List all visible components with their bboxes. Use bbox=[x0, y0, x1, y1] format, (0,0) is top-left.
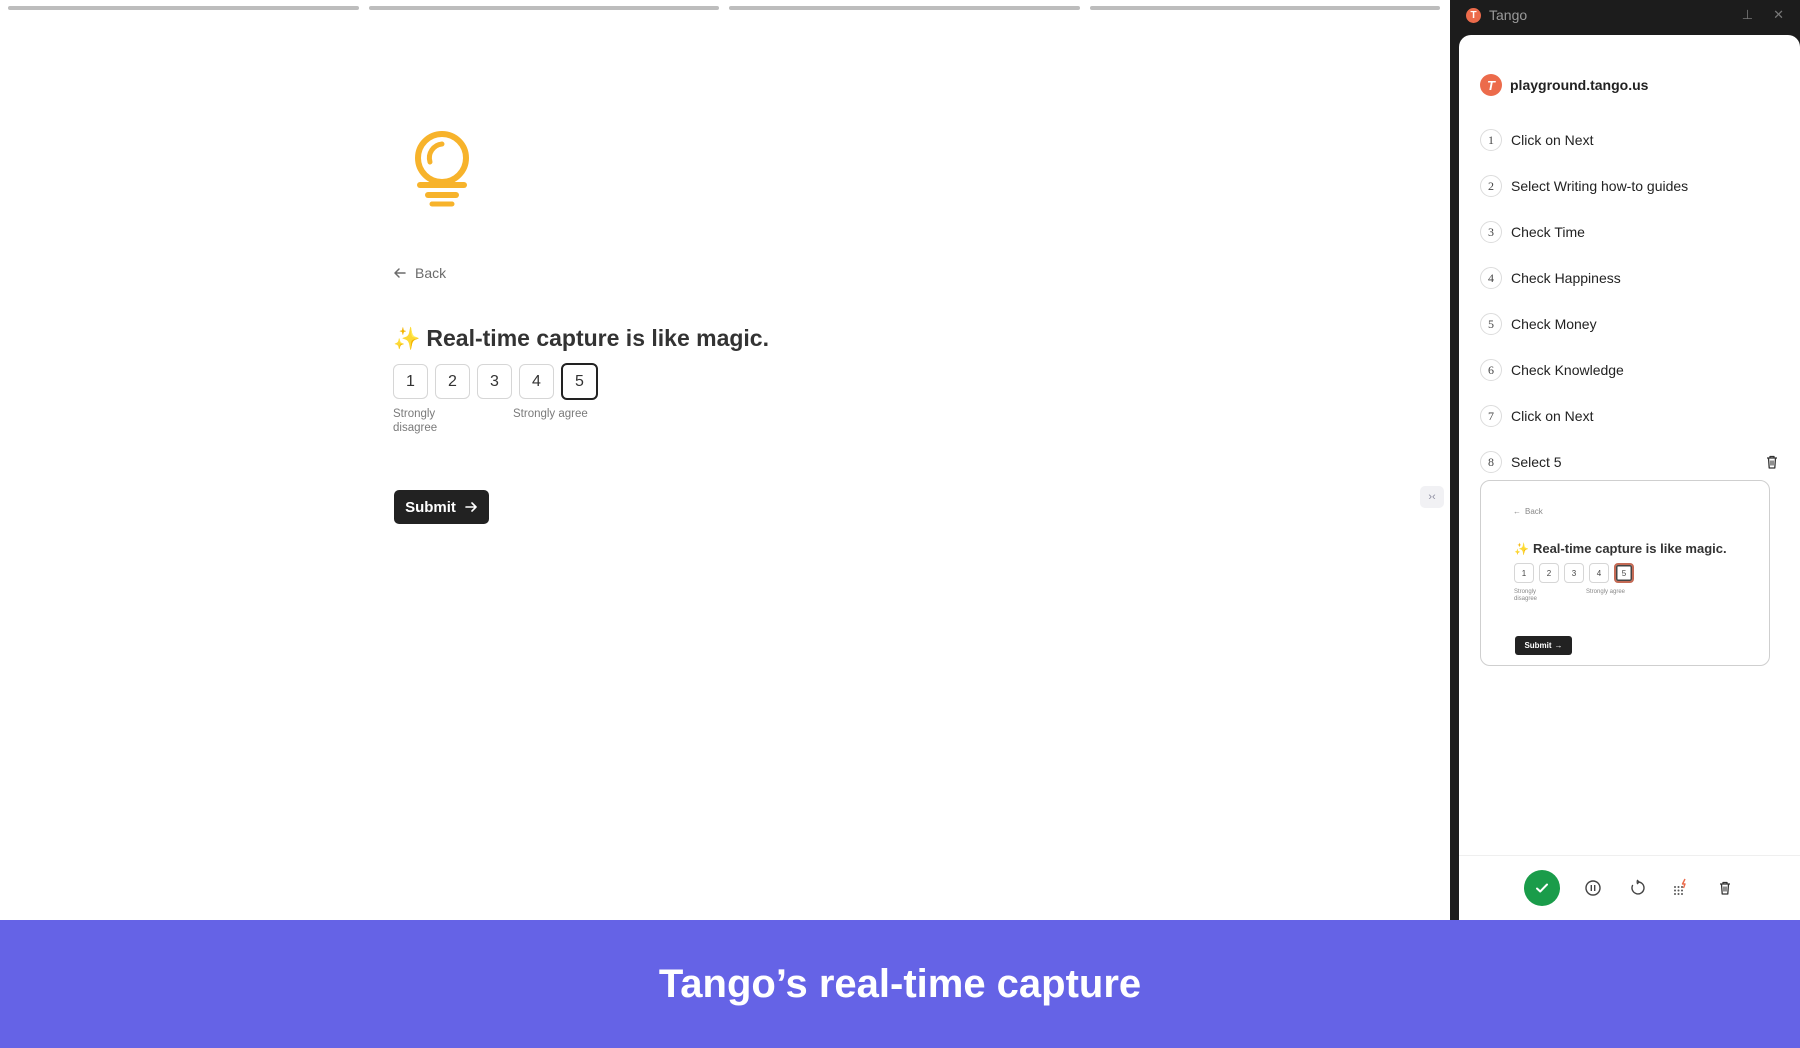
step-number: 4 bbox=[1480, 267, 1502, 289]
blur-button[interactable] bbox=[1670, 877, 1692, 899]
sparkle-icon: ✨ bbox=[1514, 541, 1529, 556]
step-item[interactable]: 2 Select Writing how-to guides bbox=[1480, 163, 1780, 209]
step-item[interactable]: 1 Click on Next bbox=[1480, 117, 1780, 163]
capture-panel: T playground.tango.us 1 Click on Next 2 … bbox=[1459, 35, 1800, 920]
step-number: 3 bbox=[1480, 221, 1502, 243]
step-item[interactable]: 7 Click on Next bbox=[1480, 393, 1780, 439]
step-label: Click on Next bbox=[1511, 132, 1594, 148]
preview-label-high: Strongly agree bbox=[1586, 589, 1626, 595]
preview-rating-scale: 1 2 3 4 5 bbox=[1514, 563, 1634, 583]
close-icon[interactable]: ✕ bbox=[1773, 7, 1784, 23]
titlebar: T Tango ⊥ ✕ bbox=[1450, 0, 1800, 30]
question-text: Real-time capture is like magic. bbox=[426, 325, 769, 351]
preview-submit-label: Submit bbox=[1524, 641, 1552, 650]
step-number: 1 bbox=[1480, 129, 1502, 151]
arrow-left-icon: ← bbox=[1513, 507, 1521, 516]
step-number: 7 bbox=[1480, 405, 1502, 427]
progress-segment bbox=[1089, 6, 1440, 10]
capture-toolbar bbox=[1459, 855, 1800, 920]
restart-icon bbox=[1630, 879, 1645, 895]
step-number: 8 bbox=[1480, 451, 1502, 473]
delete-capture-button[interactable] bbox=[1714, 877, 1736, 899]
step-item[interactable]: 4 Check Happiness bbox=[1480, 255, 1780, 301]
preview-question: ✨ Real-time capture is like magic. bbox=[1514, 541, 1727, 556]
preview-option: 3 bbox=[1564, 563, 1584, 583]
pin-icon[interactable]: ⊥ bbox=[1742, 7, 1753, 23]
submit-button[interactable]: Submit bbox=[394, 490, 489, 524]
step-label: Select 5 bbox=[1511, 454, 1562, 470]
progress-segment bbox=[8, 6, 359, 10]
arrow-right-icon bbox=[465, 502, 477, 512]
rating-option-1[interactable]: 1 bbox=[393, 364, 428, 399]
step-number: 5 bbox=[1480, 313, 1502, 335]
step-item[interactable]: 6 Check Knowledge bbox=[1480, 347, 1780, 393]
submit-label: Submit bbox=[405, 498, 456, 516]
step-label: Check Knowledge bbox=[1511, 362, 1624, 378]
step-label: Select Writing how-to guides bbox=[1511, 178, 1689, 194]
preview-label-low: Strongly disagree bbox=[1514, 589, 1538, 603]
step-label: Click on Next bbox=[1511, 408, 1594, 424]
trash-icon bbox=[1719, 881, 1730, 895]
rating-scale: 1 2 3 4 5 bbox=[393, 363, 598, 400]
tango-site-logo-icon: T bbox=[1480, 74, 1502, 96]
step-number: 6 bbox=[1480, 359, 1502, 381]
caption-banner: Tango’s real-time capture bbox=[0, 920, 1800, 1048]
tango-logo-icon: T bbox=[1466, 7, 1481, 23]
step-label: Check Time bbox=[1511, 224, 1585, 240]
collapse-panel-icon[interactable]: ›‹ bbox=[1420, 486, 1444, 508]
preview-submit-button: Submit → bbox=[1515, 636, 1572, 655]
step-label: Check Money bbox=[1511, 316, 1597, 332]
site-header: T playground.tango.us bbox=[1480, 74, 1648, 96]
rating-option-2[interactable]: 2 bbox=[435, 364, 470, 399]
survey-page: Back ✨ Real-time capture is like magic. … bbox=[0, 0, 1450, 920]
pause-icon bbox=[1584, 880, 1601, 896]
progress-segment bbox=[368, 6, 719, 10]
check-icon bbox=[1535, 883, 1548, 893]
arrow-right-icon: → bbox=[1554, 641, 1563, 650]
preview-question-text: Real-time capture is like magic. bbox=[1532, 541, 1727, 556]
question-title: ✨ Real-time capture is like magic. bbox=[393, 325, 769, 352]
rating-option-4[interactable]: 4 bbox=[519, 364, 554, 399]
rating-option-3[interactable]: 3 bbox=[477, 364, 512, 399]
preview-option: 2 bbox=[1539, 563, 1559, 583]
preview-back-label: Back bbox=[1525, 507, 1543, 516]
site-name: playground.tango.us bbox=[1510, 77, 1649, 93]
preview-option-highlighted: 5 bbox=[1614, 563, 1634, 583]
trash-icon[interactable] bbox=[1764, 454, 1780, 470]
step-screenshot-preview[interactable]: ← Back ✨ Real-time capture is like magic… bbox=[1480, 480, 1770, 666]
step-item[interactable]: 3 Check Time bbox=[1480, 209, 1780, 255]
back-link[interactable]: Back bbox=[393, 265, 446, 281]
preview-back-link: ← Back bbox=[1513, 507, 1543, 516]
progress-segment bbox=[729, 6, 1080, 10]
sparkle-icon: ✨ bbox=[393, 325, 421, 351]
scale-label-high: Strongly agree bbox=[513, 408, 588, 420]
tango-window: T Tango ⊥ ✕ T playground.tango.us 1 Clic… bbox=[1450, 0, 1800, 920]
arrow-left-icon bbox=[394, 268, 406, 278]
rating-option-5[interactable]: 5 bbox=[561, 363, 598, 400]
window-title: Tango bbox=[1489, 7, 1528, 23]
restart-button[interactable] bbox=[1626, 877, 1648, 899]
step-item[interactable]: 8 Select 5 bbox=[1480, 439, 1780, 485]
back-label: Back bbox=[415, 265, 447, 281]
step-item[interactable]: 5 Check Money bbox=[1480, 301, 1780, 347]
banner-text: Tango’s real-time capture bbox=[658, 961, 1142, 1006]
scale-label-low: Strongly disagree bbox=[393, 408, 438, 434]
step-label: Check Happiness bbox=[1511, 270, 1621, 286]
preview-option: 1 bbox=[1514, 563, 1534, 583]
progress-bar bbox=[8, 6, 1440, 10]
pause-button[interactable] bbox=[1582, 877, 1604, 899]
step-number: 2 bbox=[1480, 175, 1502, 197]
blur-icon bbox=[1673, 878, 1686, 895]
step-list: 1 Click on Next 2 Select Writing how-to … bbox=[1480, 117, 1780, 485]
lightbulb-logo-icon bbox=[410, 128, 474, 208]
finish-capture-button[interactable] bbox=[1523, 870, 1560, 906]
preview-option: 4 bbox=[1589, 563, 1609, 583]
